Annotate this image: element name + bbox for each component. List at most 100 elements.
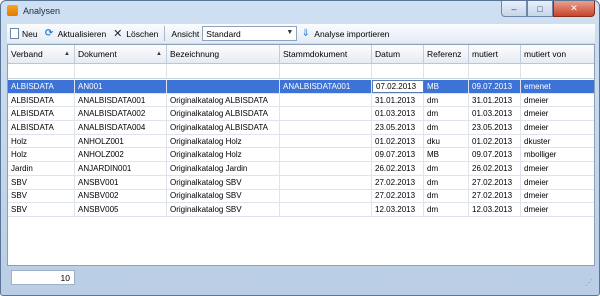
table-cell[interactable]: Originalkatalog Holz <box>167 148 280 162</box>
filter-cell[interactable] <box>372 64 424 78</box>
table-cell[interactable]: dmeier <box>521 107 594 120</box>
table-cell[interactable]: 23.05.2013 <box>372 121 424 134</box>
table-cell[interactable]: dm <box>424 189 469 203</box>
table-cell[interactable] <box>280 93 372 107</box>
table-cell[interactable]: ANHOLZ001 <box>75 134 167 148</box>
table-cell[interactable]: dm <box>424 162 469 175</box>
refresh-button[interactable]: ⟳ Aktualisieren <box>41 24 110 43</box>
table-row[interactable]: Holz ANHOLZ002 Originalkatalog Holz 09.07.2… <box>8 148 594 163</box>
table-cell[interactable]: 27.02.2013 <box>372 189 424 203</box>
close-button[interactable]: ✕ <box>553 1 595 17</box>
table-cell[interactable]: dm <box>424 175 469 189</box>
table-cell[interactable]: ALBISDATA <box>8 80 75 93</box>
table-cell[interactable]: ANALBISDATA004 <box>75 121 167 134</box>
title-bar[interactable]: Analysen – □ ✕ <box>1 1 599 21</box>
table-cell[interactable]: dmeier <box>521 94 594 107</box>
maximize-button[interactable]: □ <box>527 1 553 17</box>
table-cell[interactable]: 31.01.2013 <box>372 93 424 107</box>
table-cell[interactable]: 07.02.2013 <box>372 80 424 93</box>
table-cell[interactable]: dmeier <box>521 203 594 216</box>
table-cell[interactable]: Originalkatalog Holz <box>167 134 280 148</box>
table-row[interactable]: SBV ANSBV002 Originalkatalog SBV 27.02.2013… <box>8 189 594 204</box>
table-cell[interactable]: ANSBV005 <box>75 203 167 216</box>
table-cell[interactable]: 27.02.2013 <box>372 175 424 189</box>
filter-cell[interactable] <box>280 64 372 78</box>
table-row[interactable]: ALBISDATA AN001 ANALBISDATA001 07.02.2013 MB… <box>8 80 594 94</box>
table-cell[interactable]: Originalkatalog ALBISDATA <box>167 121 280 134</box>
column-header-referenz[interactable]: Referenz <box>424 45 469 63</box>
filter-cell[interactable] <box>424 64 469 78</box>
table-cell[interactable]: Originalkatalog SBV <box>167 189 280 203</box>
import-button[interactable]: ⇓ Analyse importieren <box>297 24 392 43</box>
table-cell[interactable]: 01.02.2013 <box>469 134 521 148</box>
table-cell[interactable] <box>280 175 372 189</box>
table-cell[interactable]: 12.03.2013 <box>469 203 521 216</box>
table-cell[interactable]: 23.05.2013 <box>469 121 521 134</box>
table-row[interactable]: SBV ANSBV001 Originalkatalog SBV 27.02.2013… <box>8 175 594 190</box>
table-cell[interactable]: dmeier <box>521 176 594 189</box>
table-cell[interactable] <box>280 107 372 121</box>
table-cell[interactable]: dmeier <box>521 162 594 175</box>
filter-cell[interactable] <box>521 64 594 78</box>
column-header-dokument[interactable]: Dokument ▲ <box>75 45 167 63</box>
table-cell[interactable]: Originalkatalog ALBISDATA <box>167 107 280 121</box>
table-cell[interactable]: mbolliger <box>521 148 594 161</box>
table-cell[interactable]: dmeier <box>521 190 594 203</box>
table-cell[interactable]: SBV <box>8 203 75 216</box>
table-cell[interactable]: Originalkatalog SBV <box>167 203 280 216</box>
table-cell[interactable]: AN001 <box>75 80 167 93</box>
column-header-mutiert-von[interactable]: mutiert von <box>521 45 594 63</box>
table-cell[interactable]: ANALBISDATA001 <box>75 93 167 107</box>
table-cell[interactable] <box>280 162 372 175</box>
table-cell[interactable]: 09.07.2013 <box>469 148 521 162</box>
table-cell[interactable]: dku <box>424 134 469 148</box>
table-cell[interactable]: ANALBISDATA001 <box>280 80 372 93</box>
table-cell[interactable]: 31.01.2013 <box>469 93 521 107</box>
table-cell[interactable]: 09.07.2013 <box>469 80 521 93</box>
table-cell[interactable]: ANALBISDATA002 <box>75 107 167 121</box>
table-cell[interactable] <box>280 148 372 162</box>
table-row[interactable]: SBV ANSBV005 Originalkatalog SBV 12.03.2013… <box>8 203 594 217</box>
table-cell[interactable]: MB <box>424 148 469 162</box>
table-cell[interactable]: dm <box>424 107 469 121</box>
table-cell[interactable]: Jardin <box>8 162 75 175</box>
column-header-stammdokument[interactable]: Stammdokument <box>280 45 372 63</box>
table-row[interactable]: ALBISDATA ANALBISDATA004 Originalkatalog A… <box>8 121 594 135</box>
table-cell[interactable]: 01.02.2013 <box>372 134 424 148</box>
delete-button[interactable]: ✕ Löschen <box>109 24 161 43</box>
table-cell[interactable]: dkuster <box>521 135 594 148</box>
table-row[interactable]: ALBISDATA ANALBISDATA002 Originalkatalog A… <box>8 107 594 122</box>
table-cell[interactable]: 12.03.2013 <box>372 203 424 216</box>
table-cell[interactable] <box>167 80 280 93</box>
table-cell[interactable]: ANHOLZ002 <box>75 148 167 162</box>
filter-cell[interactable] <box>469 64 521 78</box>
table-cell[interactable]: 01.03.2013 <box>372 107 424 121</box>
column-header-mutiert[interactable]: mutiert <box>469 45 521 63</box>
column-header-verband[interactable]: Verband ▲ <box>8 45 75 63</box>
filter-cell[interactable] <box>75 64 167 78</box>
table-cell[interactable]: 26.02.2013 <box>469 162 521 175</box>
table-cell[interactable]: 26.02.2013 <box>372 162 424 175</box>
table-cell[interactable]: Holz <box>8 148 75 162</box>
table-row[interactable]: Jardin ANJARDIN001 Originalkatalog Jardin 2… <box>8 162 594 176</box>
table-cell[interactable]: ALBISDATA <box>8 93 75 107</box>
table-cell[interactable] <box>280 121 372 134</box>
table-cell[interactable]: dm <box>424 203 469 216</box>
resize-grip-icon[interactable]: ⋰ <box>585 278 593 287</box>
table-cell[interactable] <box>280 134 372 148</box>
table-row[interactable]: Holz ANHOLZ001 Originalkatalog Holz 01.02.2… <box>8 134 594 149</box>
table-cell[interactable]: Originalkatalog SBV <box>167 175 280 189</box>
table-cell[interactable]: Holz <box>8 134 75 148</box>
table-cell[interactable]: dm <box>424 121 469 134</box>
table-cell[interactable]: 27.02.2013 <box>469 175 521 189</box>
table-cell[interactable]: ALBISDATA <box>8 121 75 134</box>
table-cell[interactable]: dmeier <box>521 121 594 134</box>
table-cell[interactable] <box>280 189 372 203</box>
column-header-bezeichnung[interactable]: Bezeichnung <box>167 45 280 63</box>
table-cell[interactable]: 27.02.2013 <box>469 189 521 203</box>
filter-cell[interactable] <box>8 64 75 78</box>
analyses-grid[interactable]: Verband ▲ Dokument ▲ Bezeichnung Stammdo… <box>7 44 595 266</box>
minimize-button[interactable]: – <box>501 1 527 17</box>
table-cell[interactable]: SBV <box>8 175 75 189</box>
table-row[interactable]: ALBISDATA ANALBISDATA001 Originalkatalog A… <box>8 93 594 108</box>
